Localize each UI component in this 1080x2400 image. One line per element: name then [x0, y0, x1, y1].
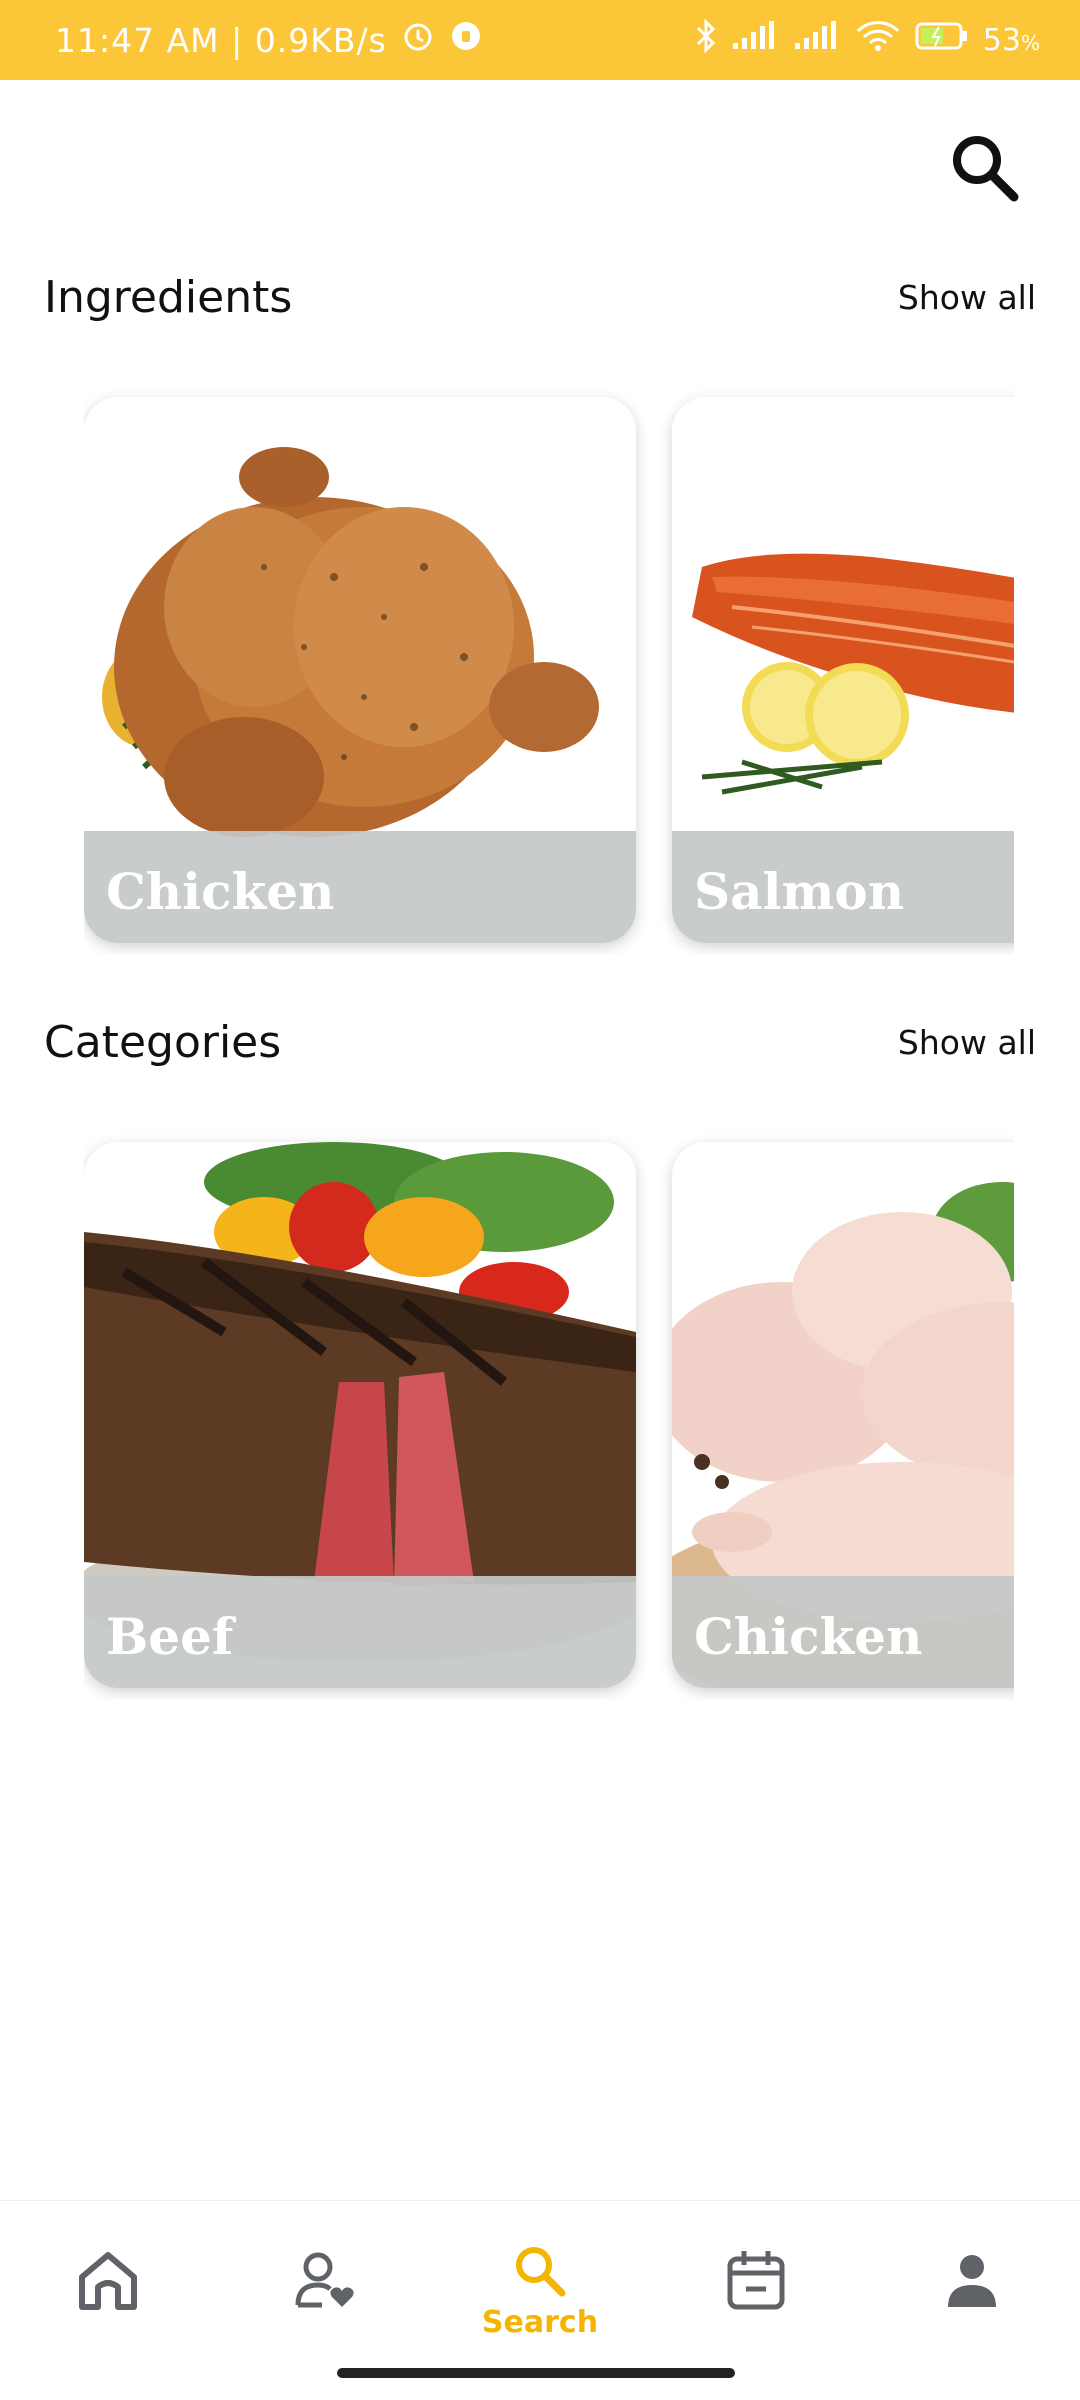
- signal-icon: [793, 21, 841, 59]
- search-icon: [953, 136, 1019, 202]
- user-heart-icon: [295, 2252, 354, 2308]
- status-bar: 11:47 AM | 0.9KB/s 53%: [0, 0, 1080, 80]
- ingredients-title: Ingredients: [44, 272, 293, 323]
- ingredients-carousel[interactable]: Chicken Salmon: [84, 385, 1014, 955]
- home-icon: [79, 2252, 137, 2310]
- nav-planner[interactable]: [696, 2241, 816, 2361]
- status-right: 53%: [695, 0, 1040, 80]
- battery-icon: [915, 21, 969, 59]
- card-label: Chicken: [106, 862, 335, 921]
- ingredients-show-all-link[interactable]: Show all: [898, 278, 1036, 317]
- wifi-icon: [855, 19, 901, 61]
- categories-title: Categories: [44, 1017, 282, 1068]
- nav-search-label: Search: [481, 2305, 599, 2340]
- ingredient-card-chicken[interactable]: Chicken: [84, 397, 636, 943]
- status-left: 11:47 AM | 0.9KB/s: [55, 0, 483, 80]
- categories-show-all-link[interactable]: Show all: [898, 1023, 1036, 1062]
- person-icon: [948, 2255, 996, 2307]
- nav-search[interactable]: Search: [480, 2241, 600, 2361]
- category-card-beef[interactable]: Beef: [84, 1142, 636, 1688]
- card-label: Chicken: [694, 1607, 923, 1666]
- nav-favorites[interactable]: [264, 2241, 384, 2361]
- category-card-chicken[interactable]: Chicken: [672, 1142, 1014, 1688]
- categories-carousel[interactable]: Beef Chicken: [84, 1130, 1014, 1700]
- privacy-icon: [449, 19, 483, 61]
- card-label: Salmon: [694, 862, 905, 921]
- alarm-icon: [401, 19, 435, 61]
- search-button[interactable]: [945, 128, 1025, 208]
- card-label: Beef: [106, 1607, 234, 1666]
- signal-icon: [731, 21, 779, 59]
- ingredient-card-salmon[interactable]: Salmon: [672, 397, 1014, 943]
- calendar-icon: [727, 2251, 785, 2310]
- nav-home[interactable]: [48, 2241, 168, 2361]
- status-time: 11:47 AM | 0.9KB/s: [55, 20, 387, 60]
- nav-profile[interactable]: [912, 2241, 1032, 2361]
- home-indicator[interactable]: [337, 2368, 735, 2378]
- search-icon: [516, 2247, 566, 2297]
- battery-level: 53%: [982, 22, 1040, 58]
- bluetooth-icon: [695, 18, 717, 61]
